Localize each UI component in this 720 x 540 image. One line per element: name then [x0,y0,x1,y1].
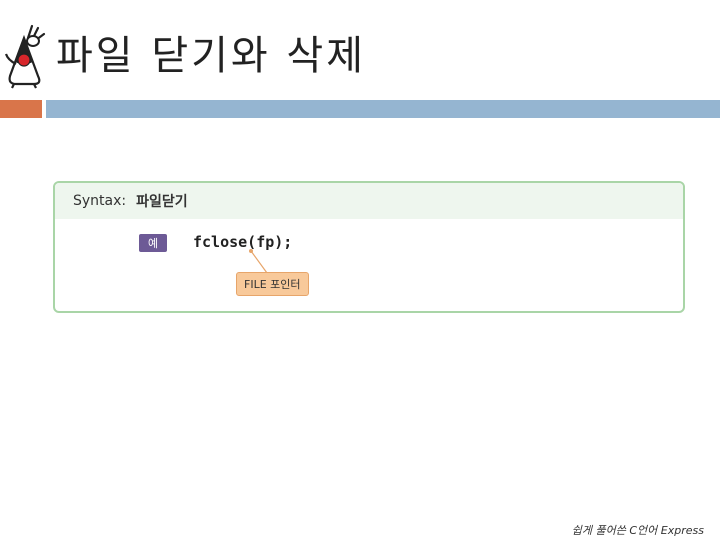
duke-mascot-icon [4,24,46,89]
example-badge: 예 [139,234,167,252]
syntax-box: Syntax: 파일닫기 예 fclose(fp); FILE 포인터 [53,181,685,313]
code-line: fclose(fp); [193,233,293,251]
syntax-header: Syntax: 파일닫기 [55,183,683,219]
slide-title: 파일 닫기와 삭제 [56,33,367,79]
title-accent-bar-orange [0,100,42,118]
slide-footer: 쉽게 풀어쓴 C언어 Express [571,524,704,537]
syntax-name: 파일닫기 [136,194,188,210]
syntax-label: Syntax: [73,193,127,209]
callout-label: FILE 포인터 [236,272,309,296]
title-accent-bar-blue [46,100,720,118]
